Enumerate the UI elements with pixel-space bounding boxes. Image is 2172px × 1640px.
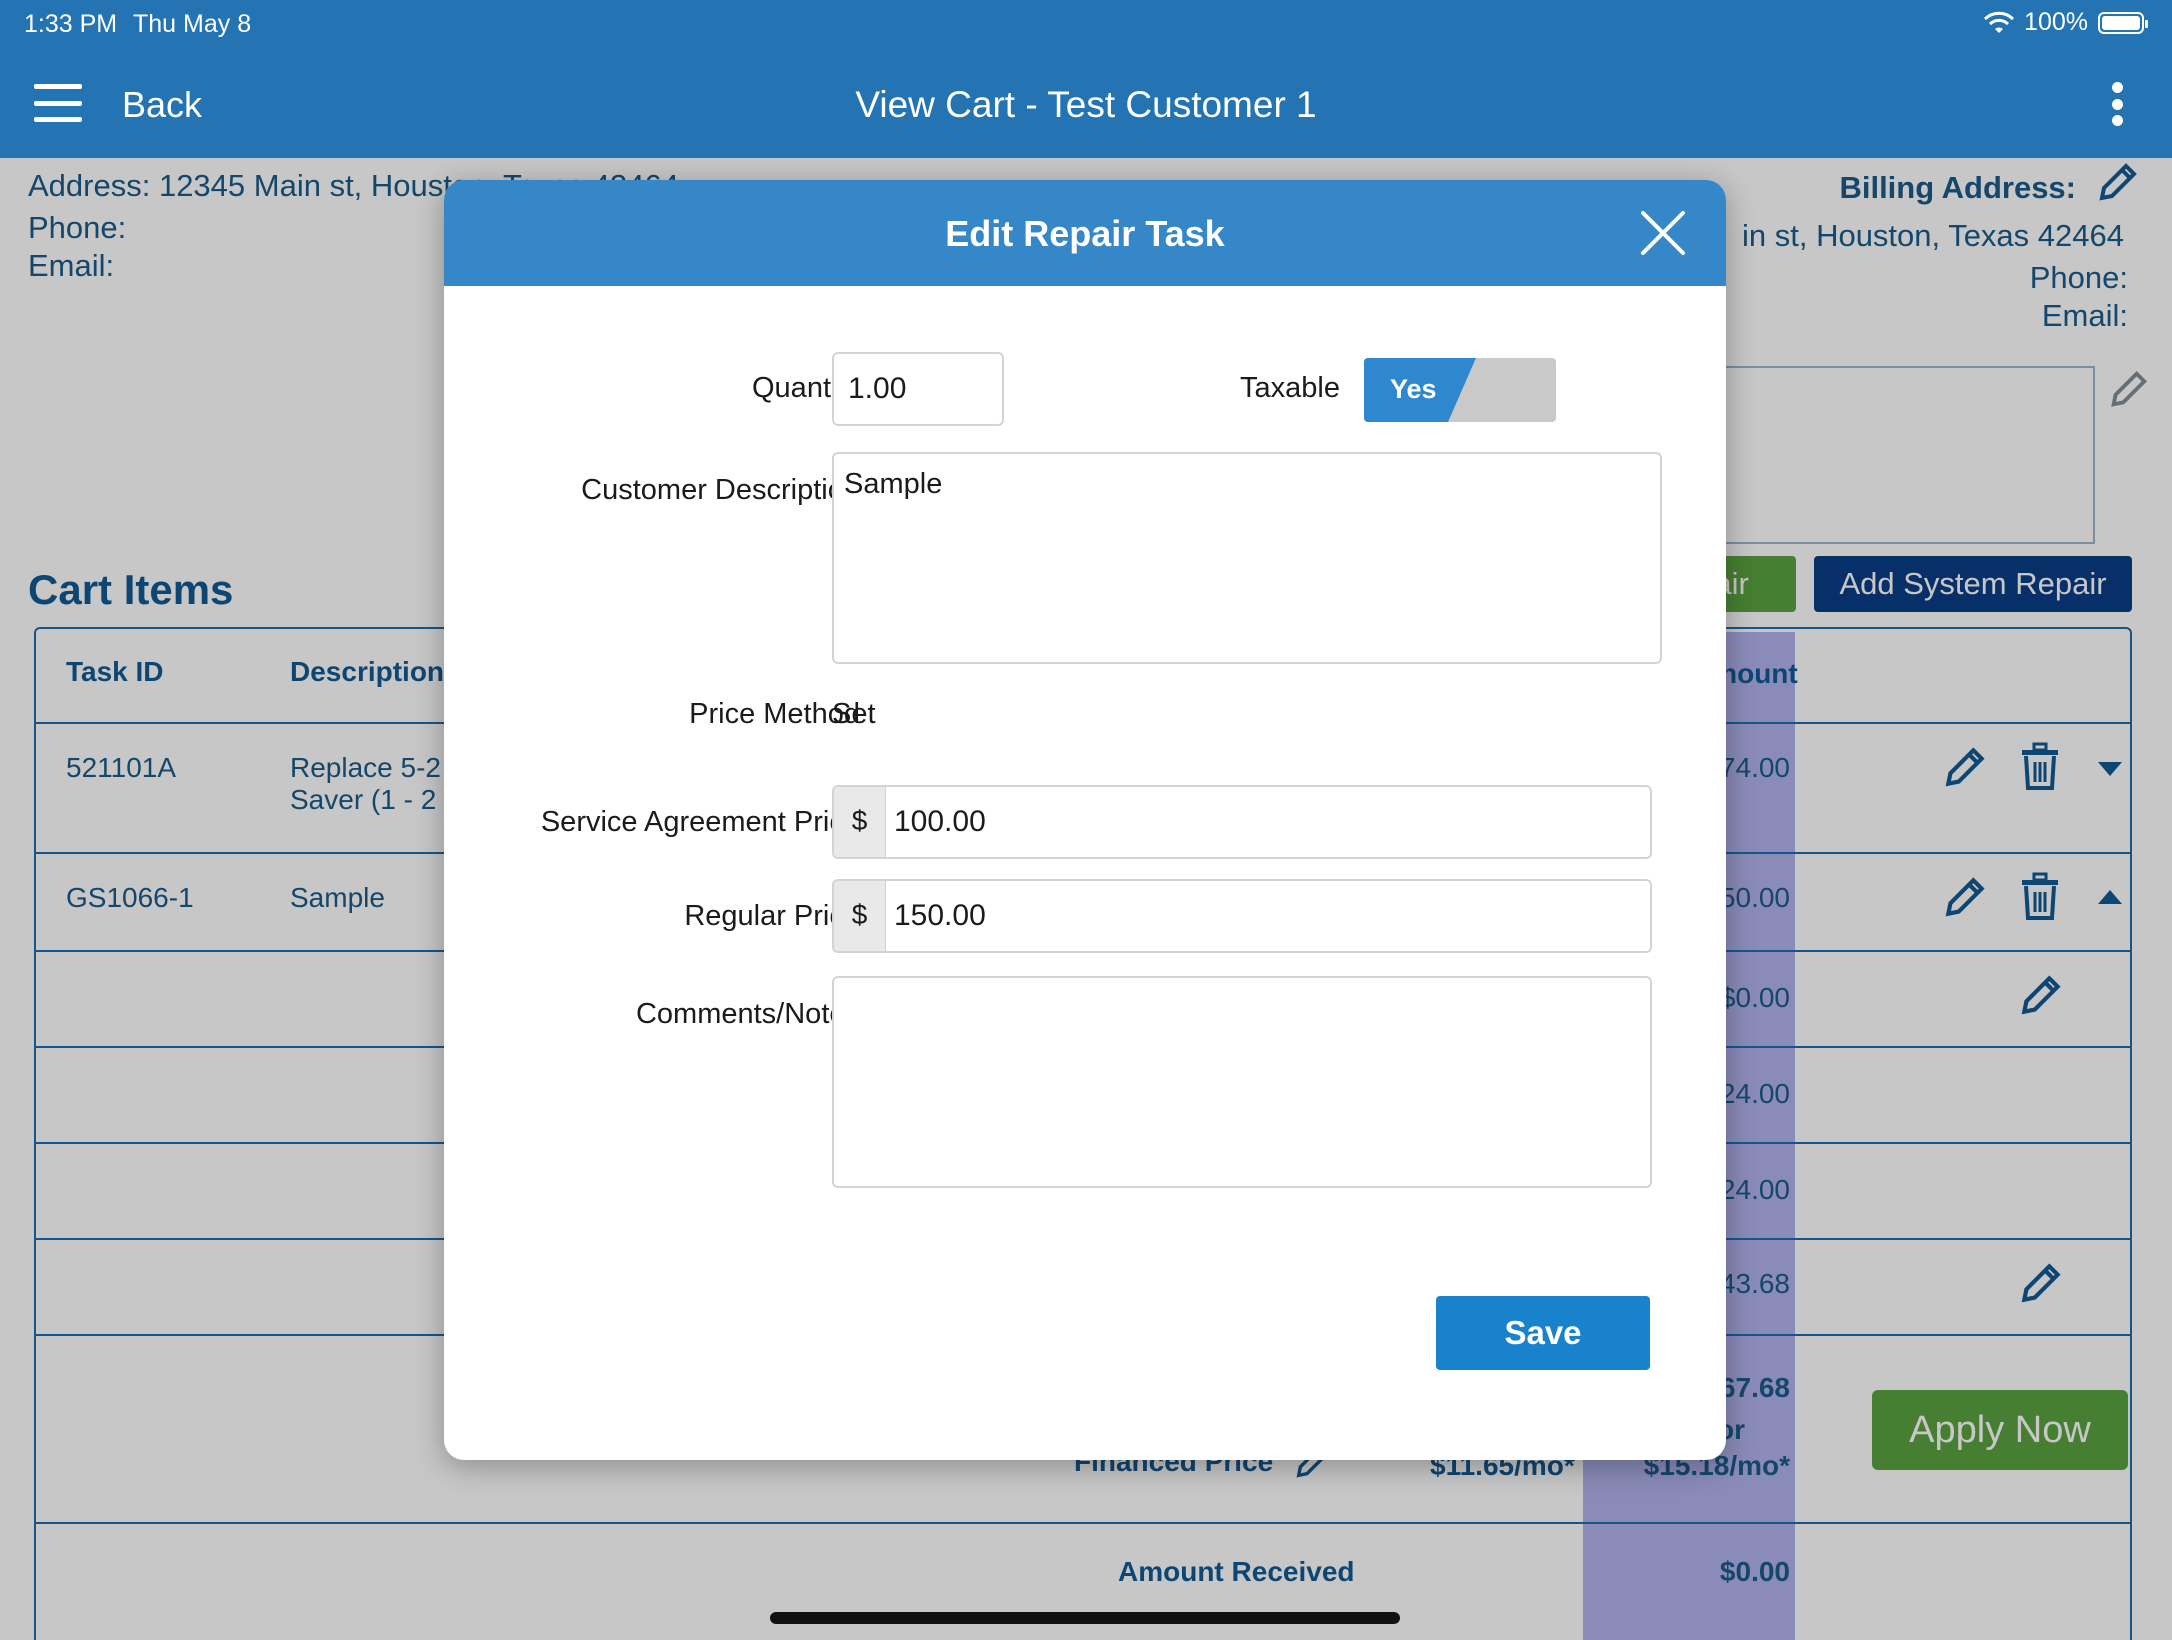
regular-price-value: 150.00 xyxy=(894,899,986,932)
save-button[interactable]: Save xyxy=(1436,1296,1650,1370)
regular-price-label: Regular Price xyxy=(684,900,860,932)
service-agreement-price-input[interactable]: $ 100.00 xyxy=(832,785,1652,859)
more-options-icon[interactable] xyxy=(2112,82,2124,126)
status-time: 1:33 PM xyxy=(24,10,118,38)
price-method-value: Set xyxy=(832,698,876,730)
modal-title: Edit Repair Task xyxy=(945,213,1225,254)
battery-icon xyxy=(2098,11,2148,34)
customer-description-input[interactable]: Sample xyxy=(832,452,1662,664)
regular-price-input[interactable]: $ 150.00 xyxy=(832,879,1652,953)
taxable-label: Taxable xyxy=(1240,372,1340,404)
close-icon[interactable] xyxy=(1640,210,1686,256)
service-agreement-price-label: Service Agreement Price xyxy=(540,806,860,838)
service-agreement-price-value: 100.00 xyxy=(894,805,986,838)
edit-repair-task-modal: Edit Repair Task Quantity 1.00 Taxable Y… xyxy=(444,180,1726,1460)
quantity-value: 1.00 xyxy=(848,372,907,405)
currency-prefix: $ xyxy=(834,787,886,857)
home-indicator[interactable] xyxy=(770,1612,1400,1624)
price-method-label: Price Method xyxy=(689,698,860,730)
customer-description-value: Sample xyxy=(844,468,943,500)
status-right: 100% xyxy=(1984,8,2148,37)
battery-percent: 100% xyxy=(2024,8,2088,36)
app-header: 1:33 PM Thu May 8 100% Back View Cart - … xyxy=(0,0,2172,158)
page-title: View Cart - Test Customer 1 xyxy=(855,84,1317,125)
currency-prefix: $ xyxy=(834,881,886,951)
comments-input[interactable] xyxy=(832,976,1652,1188)
taxable-toggle[interactable]: Yes xyxy=(1364,358,1556,422)
quantity-label: Quantity xyxy=(752,372,860,404)
comments-label: Comments/Notes xyxy=(635,998,860,1030)
taxable-toggle-text: Yes xyxy=(1390,374,1437,404)
customer-description-label: Customer Description xyxy=(581,474,860,506)
status-date: Thu May 8 xyxy=(133,10,252,38)
modal-header: Edit Repair Task xyxy=(444,180,1726,286)
wifi-icon xyxy=(1984,11,2015,33)
